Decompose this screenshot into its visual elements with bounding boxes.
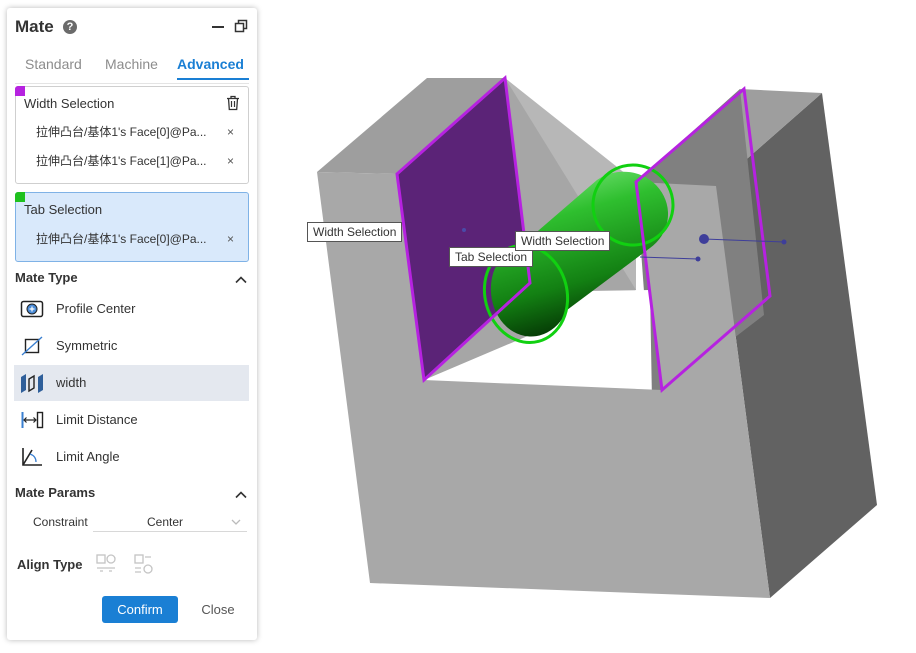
mate-type-title: Mate Type [15, 270, 78, 285]
measure-point-center[interactable] [695, 256, 701, 262]
minimize-icon[interactable] [211, 16, 225, 36]
panel-header: Mate ? [15, 16, 249, 38]
limit-distance-icon [20, 409, 44, 431]
mate-type-label: width [56, 375, 87, 390]
tab-advanced[interactable]: Advanced [177, 56, 244, 72]
mate-type-label: Limit Angle [56, 449, 120, 464]
width-selection-item-label: 拉伸凸台/基体1's Face[1]@Pa... [36, 154, 207, 168]
mate-type-profile-center[interactable]: Profile Center [14, 291, 249, 327]
width-selection-item: 拉伸凸台/基体1's Face[1]@Pa... × [36, 152, 234, 170]
measure-point-left [462, 228, 466, 232]
constraint-label: Constraint [33, 515, 88, 529]
confirm-button[interactable]: Confirm [102, 596, 178, 623]
mate-type-width[interactable]: width [14, 365, 249, 401]
width-selection-label-right: Width Selection [515, 231, 611, 251]
mate-type-header[interactable]: Mate Type [15, 270, 249, 290]
tab-selection-box[interactable]: Tab Selection 拉伸凸台/基体1's Face[0]@Pa... × [15, 192, 249, 262]
symmetric-icon [20, 335, 44, 357]
mate-type-label: Limit Distance [56, 412, 138, 427]
mate-type-label: Profile Center [56, 301, 136, 316]
width-selection-title: Width Selection [24, 96, 115, 111]
mate-type-symmetric[interactable]: Symmetric [14, 328, 249, 364]
mate-params-title: Mate Params [15, 485, 96, 500]
width-selection-box[interactable]: Width Selection 拉伸凸台/基体1's Face[0]@Pa...… [15, 86, 249, 184]
constraint-value: Center [147, 515, 184, 529]
remove-icon[interactable]: × [227, 152, 234, 170]
measure-endpoint-right [781, 239, 787, 245]
tab-selection-item: 拉伸凸台/基体1's Face[0]@Pa... × [36, 230, 234, 248]
mate-panel: Mate ? Standard Machine Advanced Width S… [7, 8, 257, 640]
align-type-label: Align Type [17, 557, 83, 572]
tab-selection-item-label: 拉伸凸台/基体1's Face[0]@Pa... [36, 232, 207, 246]
width-selection-item-label: 拉伸凸台/基体1's Face[0]@Pa... [36, 125, 207, 139]
restore-window-icon[interactable] [234, 19, 248, 33]
align-anti-aligned-icon[interactable] [133, 553, 155, 575]
active-tab-underline [177, 78, 249, 80]
mate-type-label: Symmetric [56, 338, 118, 353]
width-selection-color-marker [15, 86, 25, 96]
chevron-up-icon[interactable] [235, 488, 247, 499]
panel-title: Mate [15, 17, 54, 36]
tabs-divider [15, 83, 249, 84]
constraint-select[interactable]: Center [93, 509, 247, 532]
measure-point-right[interactable] [699, 234, 709, 244]
chevron-down-icon [231, 515, 241, 525]
remove-icon[interactable]: × [227, 230, 234, 248]
limit-angle-icon [20, 446, 44, 468]
tab-machine[interactable]: Machine [105, 56, 158, 72]
close-button[interactable]: Close [197, 596, 239, 623]
remove-icon[interactable]: × [227, 123, 234, 141]
mate-params-header[interactable]: Mate Params [15, 485, 249, 505]
width-selection-item: 拉伸凸台/基体1's Face[0]@Pa... × [36, 123, 234, 141]
width-selection-label-left: Width Selection [307, 222, 403, 242]
mate-type-limit-distance[interactable]: Limit Distance [14, 402, 249, 438]
mate-type-limit-angle[interactable]: Limit Angle [14, 439, 249, 475]
question-circle-icon[interactable]: ? [63, 20, 77, 34]
tab-selection-title: Tab Selection [24, 202, 103, 217]
profile-center-icon [20, 298, 44, 320]
chevron-up-icon[interactable] [235, 273, 247, 284]
trash-icon[interactable] [226, 95, 240, 111]
tab-standard[interactable]: Standard [25, 56, 82, 72]
tab-selection-color-marker [15, 192, 25, 202]
mate-tabs: Standard Machine Advanced [15, 54, 249, 84]
align-aligned-icon[interactable] [95, 553, 117, 575]
width-icon [20, 372, 44, 394]
